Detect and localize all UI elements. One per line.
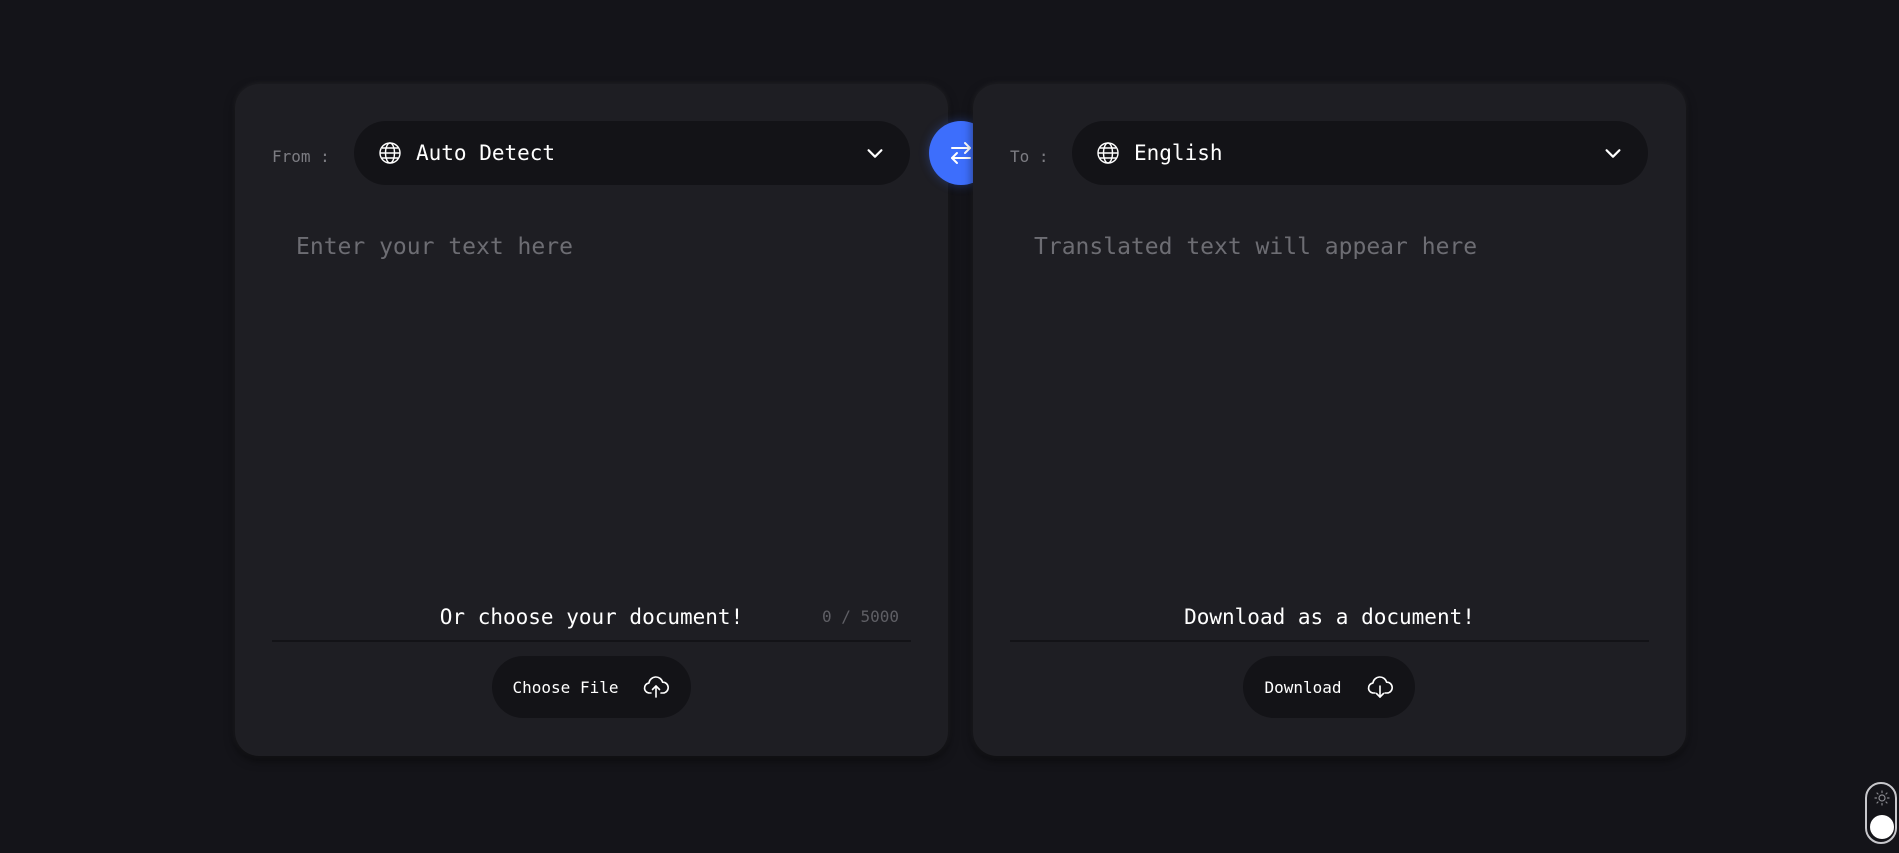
theme-toggle-knob[interactable] — [1870, 815, 1894, 839]
to-label: To : — [1010, 147, 1049, 166]
swap-arrows-icon — [947, 139, 975, 167]
globe-icon — [378, 141, 402, 165]
cloud-upload-icon — [642, 673, 670, 701]
target-language-select[interactable]: English — [1072, 121, 1648, 185]
chevron-down-icon — [1602, 142, 1624, 164]
choose-file-label: Choose File — [512, 677, 619, 697]
target-placeholder: Translated text will appear here — [1034, 234, 1478, 260]
theme-toggle[interactable] — [1865, 782, 1897, 844]
choose-document-title: Or choose your document! — [439, 605, 744, 629]
target-language-value: English — [1134, 141, 1223, 165]
source-language-select[interactable]: Auto Detect — [354, 121, 910, 185]
source-panel: From : Auto Detect Enter your text here … — [235, 84, 948, 756]
choose-file-button[interactable]: Choose File — [492, 656, 691, 718]
source-text-input[interactable]: Enter your text here 0 / 5000 — [272, 234, 911, 642]
download-label: Download — [1264, 677, 1342, 697]
from-label: From : — [272, 147, 330, 166]
chevron-down-icon — [864, 142, 886, 164]
sun-icon — [1874, 790, 1890, 806]
target-panel: To : English Translated text will appear… — [973, 84, 1686, 756]
source-placeholder: Enter your text here — [296, 234, 573, 260]
translated-text-output: Translated text will appear here — [1010, 234, 1649, 642]
download-document-title: Download as a document! — [1184, 605, 1475, 629]
cloud-download-icon — [1366, 673, 1394, 701]
source-language-value: Auto Detect — [416, 141, 556, 165]
source-language-row: From : Auto Detect — [272, 121, 911, 185]
target-language-row: To : English — [1010, 121, 1649, 185]
globe-icon — [1096, 141, 1120, 165]
download-button[interactable]: Download — [1243, 656, 1415, 718]
